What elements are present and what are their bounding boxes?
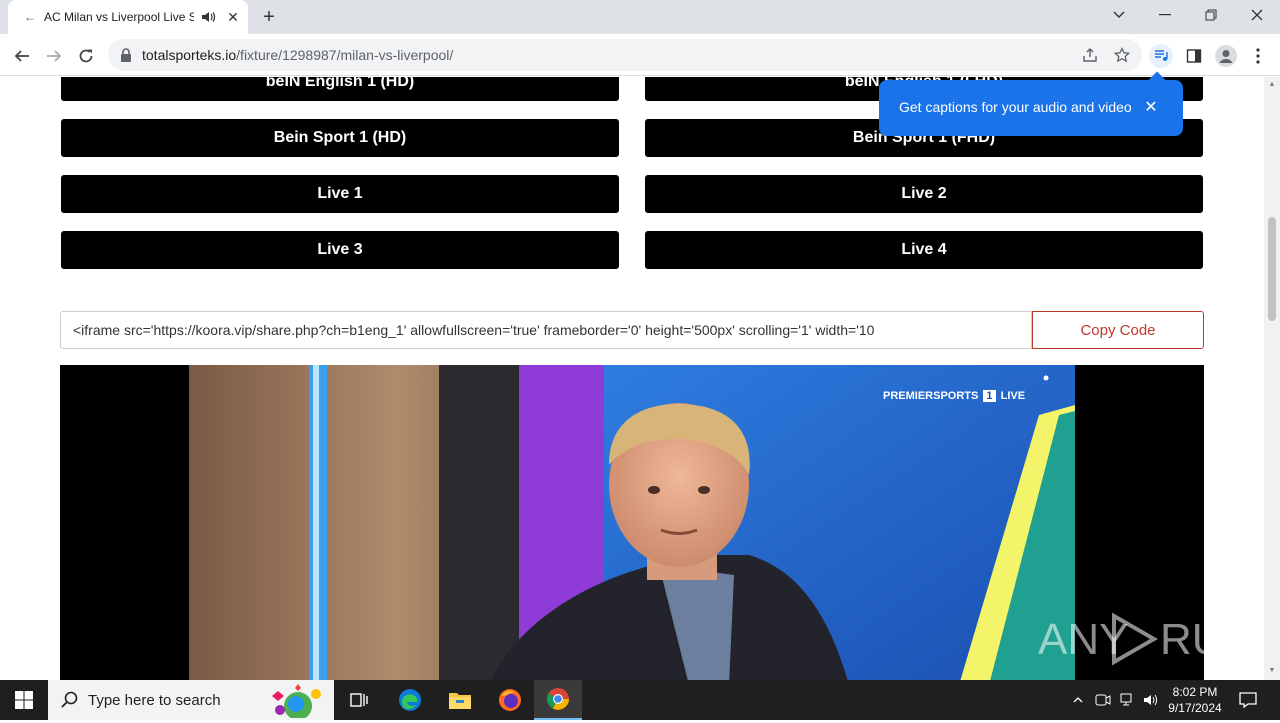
notifications-icon[interactable]: [1236, 680, 1260, 720]
chrome-icon[interactable]: [534, 680, 582, 720]
scroll-down-icon[interactable]: ▼: [1268, 667, 1276, 675]
show-hidden-icons[interactable]: [1068, 680, 1088, 720]
tab-strip: ← AC Milan vs Liverpool Live S ✕ +: [0, 0, 1280, 34]
chrome-menu-icon[interactable]: [1246, 44, 1270, 68]
channel-button[interactable]: beIN English 1 (HD): [61, 77, 619, 101]
file-explorer-icon[interactable]: [436, 680, 484, 720]
close-tooltip-icon[interactable]: ✕: [1141, 98, 1161, 118]
embed-code-input[interactable]: <iframe src='https://koora.vip/share.php…: [60, 311, 1032, 349]
firefox-icon[interactable]: [486, 680, 534, 720]
broadcaster-channel: 1: [983, 390, 996, 402]
taskbar-clock[interactable]: 8:02 PM 9/17/2024: [1160, 684, 1230, 716]
tooltip-text: Get captions for your audio and video: [899, 99, 1132, 115]
broadcaster-logo: PREMIERSPORTS 1 LIVE: [883, 390, 1025, 402]
copy-code-button[interactable]: Copy Code: [1032, 311, 1204, 349]
page-scrollbar[interactable]: ▲ ▼: [1264, 77, 1280, 680]
restore-icon[interactable]: [1188, 0, 1234, 30]
side-panel-icon[interactable]: [1182, 44, 1206, 68]
close-window-icon[interactable]: [1234, 0, 1280, 30]
taskbar-search-box[interactable]: Type here to search: [48, 680, 334, 720]
bookmark-star-icon[interactable]: [1112, 45, 1132, 65]
channel-button[interactable]: Bein Sport 1 (HD): [61, 119, 619, 157]
address-bar[interactable]: totalsporteks.io/fixture/1298987/milan-v…: [108, 39, 1142, 71]
clock-time: 8:02 PM: [1172, 685, 1218, 699]
audio-playing-icon[interactable]: [200, 9, 216, 25]
browser-toolbar: totalsporteks.io/fixture/1298987/milan-v…: [0, 34, 1280, 76]
search-highlight-icon: [258, 682, 330, 723]
windows-taskbar: Type here to search 8:02 PM 9/17/2024: [0, 680, 1280, 720]
edge-browser-icon[interactable]: [386, 680, 434, 720]
profile-avatar-icon[interactable]: [1214, 44, 1238, 68]
live-badge: LIVE: [1000, 390, 1026, 402]
lock-icon[interactable]: [120, 48, 132, 62]
video-frame: PREMIERSPORTS 1 LIVE: [189, 365, 1075, 680]
windows-start-icon[interactable]: [0, 680, 48, 720]
browser-tab[interactable]: ← AC Milan vs Liverpool Live S ✕: [8, 0, 248, 34]
task-view-icon[interactable]: [336, 680, 384, 720]
live-caption-tooltip: Get captions for your audio and video ✕: [879, 71, 1183, 136]
page-content: beIN English 1 (HD) beIN English 1 (FHD)…: [0, 77, 1264, 680]
channel-button[interactable]: Live 1: [61, 175, 619, 213]
tab-title: AC Milan vs Liverpool Live S: [44, 10, 194, 24]
channel-button[interactable]: Live 3: [61, 231, 619, 269]
clock-date: 9/17/2024: [1168, 701, 1222, 715]
url-host: totalsporteks.io: [142, 47, 237, 63]
scroll-up-icon[interactable]: ▲: [1268, 81, 1276, 89]
watermark-text-right: RUN: [1160, 615, 1238, 664]
channel-button[interactable]: Live 2: [645, 175, 1203, 213]
broadcaster-name: PREMIERSPORTS: [883, 390, 979, 402]
scrollbar-thumb[interactable]: [1268, 217, 1276, 321]
back-icon[interactable]: [8, 42, 36, 70]
search-placeholder: Type here to search: [88, 692, 221, 709]
close-tab-icon[interactable]: ✕: [224, 8, 242, 26]
new-tab-button[interactable]: +: [258, 6, 280, 28]
tab-search-icon[interactable]: [1096, 0, 1142, 30]
anyrun-watermark: ANY RUN: [1038, 608, 1255, 668]
channel-button[interactable]: Live 4: [645, 231, 1203, 269]
video-player[interactable]: PREMIERSPORTS 1 LIVE: [60, 365, 1204, 680]
share-icon[interactable]: [1080, 45, 1100, 65]
volume-icon[interactable]: [1140, 680, 1162, 720]
network-icon[interactable]: [1116, 680, 1138, 720]
media-controls-icon[interactable]: [1149, 44, 1173, 68]
page-favicon: ←: [24, 10, 36, 24]
reload-icon[interactable]: [72, 42, 100, 70]
url-path: /fixture/1298987/milan-vs-liverpool/: [236, 47, 454, 63]
forward-icon[interactable]: [40, 42, 68, 70]
video-frame-image: [189, 365, 1075, 680]
minimize-icon[interactable]: [1142, 0, 1188, 30]
meet-now-icon[interactable]: [1092, 680, 1114, 720]
url-text: totalsporteks.io/fixture/1298987/milan-v…: [142, 47, 453, 63]
search-icon: [60, 691, 78, 714]
